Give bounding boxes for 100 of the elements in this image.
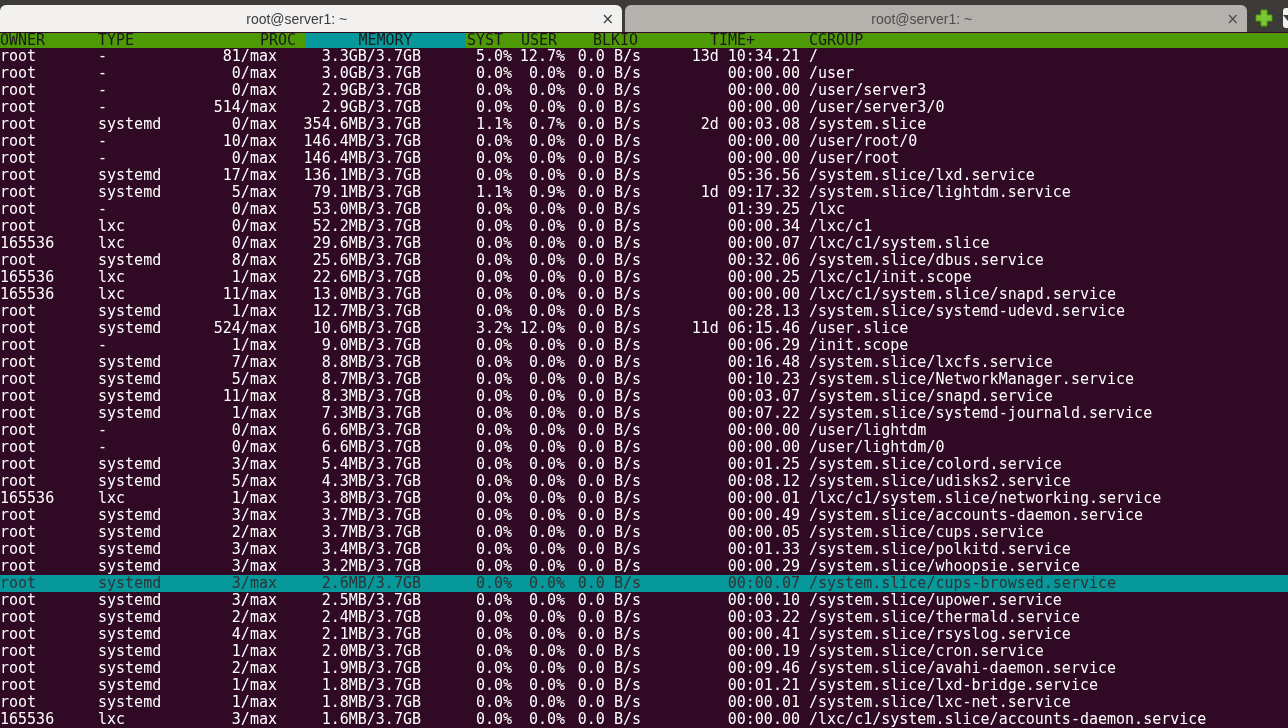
table-cell-text: /lxc/c1/system.slice/networking.service xyxy=(808,490,1163,507)
table-cell-text: 8.7MB/3.7GB xyxy=(320,371,421,388)
column-header[interactable]: TIME+ xyxy=(708,33,807,48)
process-row[interactable]: root - 0/max 53.0MB/3.7GB 0.0% 0.0% 0.0 B/s 01:39.25 /lxc xyxy=(0,201,1288,218)
table-cell-text: 165536 xyxy=(0,490,56,507)
column-header[interactable]: OWNER xyxy=(0,33,98,48)
process-row[interactable]: root systemd 3/max 2.5MB/3.7GB 0.0% 0.0% 0.0 B/s 00:00.10 /system.slice/upower.service xyxy=(0,592,1288,609)
process-row[interactable]: root - 10/max 146.4MB/3.7GB 0.0% 0.0% 0.0 B/s 00:00.00 /user/root/0 xyxy=(0,133,1288,150)
process-row[interactable]: root systemd 1/max 7.3MB/3.7GB 0.0% 0.0% 0.0 B/s 00:07.22 /system.slice/systemd-journald.service xyxy=(0,405,1288,422)
table-cell-text: /lxc/c1/system.slice/snapd.service xyxy=(808,286,1118,303)
process-row[interactable]: root - 0/max 146.4MB/3.7GB 0.0% 0.0% 0.0 B/s 00:00.00 /user/root xyxy=(0,150,1288,167)
table-cell-text: 0/max xyxy=(230,422,277,439)
process-row[interactable]: root - 0/max 6.6MB/3.7GB 0.0% 0.0% 0.0 B/s 00:00.00 /user/lightdm xyxy=(0,422,1288,439)
process-row[interactable]: root systemd 3/max 3.7MB/3.7GB 0.0% 0.0% 0.0 B/s 00:00.49 /system.slice/accounts-daemon.service xyxy=(0,507,1288,524)
process-row[interactable]: root systemd 1/max 1.8MB/3.7GB 0.0% 0.0% 0.0 B/s 00:00.01 /system.slice/lxc-net.service xyxy=(0,694,1288,711)
process-row[interactable]: root systemd 3/max 3.2MB/3.7GB 0.0% 0.0% 0.0 B/s 00:00.29 /system.slice/whoopsie.service xyxy=(0,558,1288,575)
table-cell-text: systemd xyxy=(98,252,163,269)
close-button[interactable]: × xyxy=(593,9,622,28)
table-cell-text: 3.0GB/3.7GB xyxy=(320,65,421,82)
column-header[interactable]: CGROUP xyxy=(807,33,1288,48)
process-row[interactable]: root systemd 17/max 136.1MB/3.7GB 0.0% 0.0% 0.0 B/s 05:36.56 /system.slice/lxd.service xyxy=(0,167,1288,184)
table-cell-text: /user.slice xyxy=(808,320,910,337)
process-row[interactable]: root systemd 1/max 2.0MB/3.7GB 0.0% 0.0% 0.0 B/s 00:00.19 /system.slice/cron.service xyxy=(0,643,1288,660)
process-row[interactable]: root - 81/max 3.3GB/3.7GB 5.0% 12.7% 0.0 B/s 13d 10:34.21 / xyxy=(0,48,1288,65)
process-row[interactable]: root systemd 4/max 2.1MB/3.7GB 0.0% 0.0% 0.0 B/s 00:00.41 /system.slice/rsyslog.service xyxy=(0,626,1288,643)
process-row[interactable]: root systemd 3/max 3.4MB/3.7GB 0.0% 0.0% 0.0 B/s 00:01.33 /system.slice/polkitd.service xyxy=(0,541,1288,558)
table-cell-text: 0.0 B/s xyxy=(576,711,641,728)
table-cell-text: 3.3GB/3.7GB xyxy=(320,48,421,65)
process-row[interactable]: root systemd 3/max 2.6MB/3.7GB 0.0% 0.0% 0.0 B/s 00:00.07 /system.slice/cups-browsed.service xyxy=(0,575,1288,592)
terminal-tab[interactable]: root@server1: ~ × xyxy=(625,5,1247,33)
process-row[interactable]: root systemd 5/max 4.3MB/3.7GB 0.0% 0.0% 0.0 B/s 00:08.12 /system.slice/udisks2.service xyxy=(0,473,1288,490)
column-header[interactable]: SYST xyxy=(465,33,519,48)
table-cell-text: systemd xyxy=(98,473,163,490)
table-cell-text: 0.0% xyxy=(527,218,565,235)
table-cell-text: root xyxy=(0,643,38,660)
process-row[interactable]: 165536 lxc 1/max 22.6MB/3.7GB 0.0% 0.0% 0.0 B/s 00:00.25 /lxc/c1/init.scope xyxy=(0,269,1288,286)
process-row[interactable]: root - 0/max 6.6MB/3.7GB 0.0% 0.0% 0.0 B/s 00:00.00 /user/lightdm/0 xyxy=(0,439,1288,456)
table-cell-text: 3.8MB/3.7GB xyxy=(320,490,421,507)
process-row[interactable]: root systemd 7/max 8.8MB/3.7GB 0.0% 0.0% 0.0 B/s 00:16.48 /system.slice/lxcfs.service xyxy=(0,354,1288,371)
close-button[interactable]: × xyxy=(1218,9,1247,28)
process-row[interactable]: root systemd 524/max 10.6MB/3.7GB 3.2% 12.0% 0.0 B/s 11d 06:15.46 /user.slice xyxy=(0,320,1288,337)
process-row[interactable]: 165536 lxc 11/max 13.0MB/3.7GB 0.0% 0.0% 0.0 B/s 00:00.00 /lxc/c1/system.slice/snapd.service xyxy=(0,286,1288,303)
table-cell-text: 0.0% xyxy=(527,303,565,320)
process-row[interactable]: root systemd 1/max 1.8MB/3.7GB 0.0% 0.0% 0.0 B/s 00:01.21 /system.slice/lxd-bridge.service xyxy=(0,677,1288,694)
process-row[interactable]: root - 0/max 2.9GB/3.7GB 0.0% 0.0% 0.0 B/s 00:00.00 /user/server3 xyxy=(0,82,1288,99)
process-row[interactable]: root - 0/max 3.0GB/3.7GB 0.0% 0.0% 0.0 B/s 00:00.00 /user xyxy=(0,65,1288,82)
process-row[interactable]: root systemd 5/max 8.7MB/3.7GB 0.0% 0.0% 0.0 B/s 00:10.23 /system.slice/NetworkManager.service xyxy=(0,371,1288,388)
table-cell-text: 0.0% xyxy=(527,558,565,575)
process-row[interactable]: root systemd 5/max 79.1MB/3.7GB 1.1% 0.9% 0.0 B/s 1d 09:17.32 /system.slice/lightdm.service xyxy=(0,184,1288,201)
table-cell-text: 22.6MB/3.7GB xyxy=(311,269,421,286)
table-cell-text: /system.slice/lxd.service xyxy=(808,167,1036,184)
process-row[interactable]: root systemd 11/max 8.3MB/3.7GB 0.0% 0.0% 0.0 B/s 00:03.07 /system.slice/snapd.service xyxy=(0,388,1288,405)
terminal-tab[interactable]: root@server1: ~ × xyxy=(0,5,622,33)
table-cell-text: root xyxy=(0,473,38,490)
process-row[interactable]: root systemd 1/max 12.7MB/3.7GB 0.0% 0.0% 0.0 B/s 00:28.13 /system.slice/systemd-udevd.service xyxy=(0,303,1288,320)
table-cell-text: root xyxy=(0,439,38,456)
process-row[interactable]: root systemd 8/max 25.6MB/3.7GB 0.0% 0.0% 0.0 B/s 00:32.06 /system.slice/dbus.service xyxy=(0,252,1288,269)
process-row[interactable]: root lxc 0/max 52.2MB/3.7GB 0.0% 0.0% 0.0 B/s 00:00.34 /lxc/c1 xyxy=(0,218,1288,235)
process-row[interactable]: root systemd 0/max 354.6MB/3.7GB 1.1% 0.7% 0.0 B/s 2d 00:03.08 /system.slice xyxy=(0,116,1288,133)
process-row[interactable]: root systemd 2/max 1.9MB/3.7GB 0.0% 0.0% 0.0 B/s 00:09.46 /system.slice/avahi-daemon.service xyxy=(0,660,1288,677)
table-cell-text: root xyxy=(0,354,38,371)
process-row[interactable]: root - 514/max 2.9GB/3.7GB 0.0% 0.0% 0.0 B/s 00:00.00 /user/server3/0 xyxy=(0,99,1288,116)
column-header[interactable]: USER xyxy=(519,33,591,48)
table-cell-text: /user/server3 xyxy=(808,82,928,99)
table-cell-text: 13d 10:34.21 xyxy=(690,48,800,65)
new-tab-button[interactable] xyxy=(1254,8,1274,29)
table-cell-text: 1/max xyxy=(230,269,277,286)
process-row[interactable]: 165536 lxc 3/max 1.6MB/3.7GB 0.0% 0.0% 0.0 B/s 00:00.00 /lxc/c1/system.slice/accounts-daemon.service xyxy=(0,711,1288,728)
process-row[interactable]: root systemd 2/max 2.4MB/3.7GB 0.0% 0.0% 0.0 B/s 00:03.22 /system.slice/thermald.service xyxy=(0,609,1288,626)
table-cell-text: 0.0% xyxy=(527,575,565,592)
table-cell-text: root xyxy=(0,218,38,235)
table-cell-text: 11/max xyxy=(221,388,277,405)
process-row[interactable]: root systemd 3/max 5.4MB/3.7GB 0.0% 0.0% 0.0 B/s 00:01.25 /system.slice/colord.service xyxy=(0,456,1288,473)
column-header[interactable]: PROC xyxy=(248,33,306,48)
column-header[interactable]: MEMORY xyxy=(306,33,465,48)
table-cell-text: 12.7% xyxy=(518,48,565,65)
process-row[interactable]: root systemd 2/max 3.7MB/3.7GB 0.0% 0.0% 0.0 B/s 00:00.05 /system.slice/cups.service xyxy=(0,524,1288,541)
table-cell-text: 00:00.00 xyxy=(726,82,800,99)
table-cell-text: 00:00.34 xyxy=(726,218,800,235)
table-cell-text: - xyxy=(98,422,109,439)
table-cell-text: root xyxy=(0,303,38,320)
table-cell-text: 0.0% xyxy=(527,286,565,303)
process-row[interactable]: root - 1/max 9.0MB/3.7GB 0.0% 0.0% 0.0 B/s 00:06.29 /init.scope xyxy=(0,337,1288,354)
table-cell-text: systemd xyxy=(98,354,163,371)
table-cell-text: root xyxy=(0,252,38,269)
table-cell-text: 524/max xyxy=(212,320,277,337)
table-cell-text: /system.slice/cups-browsed.service xyxy=(808,575,1118,592)
column-header[interactable]: BLKIO xyxy=(591,33,708,48)
table-cell-text: /user xyxy=(808,65,856,82)
table-cell-text: 0.0 B/s xyxy=(576,558,641,575)
table-cell-text: root xyxy=(0,626,38,643)
table-cell-text: 0.0 B/s xyxy=(576,473,641,490)
table-cell-text: 0.0 B/s xyxy=(576,524,641,541)
table-cell-text: root xyxy=(0,82,38,99)
process-row[interactable]: 165536 lxc 0/max 29.6MB/3.7GB 0.0% 0.0% 0.0 B/s 00:00.07 /lxc/c1/system.slice xyxy=(0,235,1288,252)
table-cell-text: 52.2MB/3.7GB xyxy=(311,218,421,235)
column-header[interactable]: TYPE xyxy=(98,33,248,48)
table-cell-text: 0.0% xyxy=(527,694,565,711)
table-cell-text: root xyxy=(0,456,38,473)
process-row[interactable]: 165536 lxc 1/max 3.8MB/3.7GB 0.0% 0.0% 0.0 B/s 00:00.01 /lxc/c1/system.slice/networking.service xyxy=(0,490,1288,507)
